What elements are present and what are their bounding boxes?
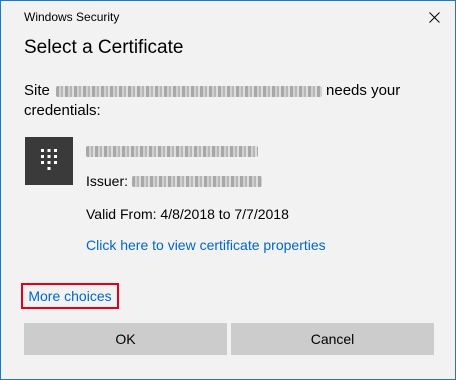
redacted-issuer-name (132, 175, 263, 187)
certificate-issuer: Issuer: (86, 173, 263, 189)
site-prefix: Site (24, 82, 50, 99)
site-credentials-message: Site needs your credentials: (24, 81, 444, 121)
dialog-heading: Select a Certificate (24, 37, 184, 58)
more-choices-link[interactable]: More choices (21, 283, 119, 309)
cancel-button[interactable]: Cancel (231, 323, 434, 355)
issuer-label: Issuer: (86, 173, 129, 189)
close-button[interactable] (421, 5, 447, 29)
view-certificate-properties-link[interactable]: Click here to view certificate propertie… (86, 237, 326, 253)
title-bar: Windows Security (1, 1, 455, 33)
certificate-account[interactable] (86, 141, 258, 161)
keypad-icon (41, 149, 57, 170)
certificate-keypad-icon[interactable] (25, 137, 73, 185)
ok-button[interactable]: OK (24, 323, 227, 355)
window-title: Windows Security (24, 10, 120, 24)
redacted-site-url (56, 85, 323, 97)
close-icon (428, 11, 440, 23)
redacted-account-name (86, 145, 258, 157)
windows-security-dialog: Windows Security Select a Certificate Si… (0, 0, 456, 380)
certificate-valid-dates: Valid From: 4/8/2018 to 7/7/2018 (86, 206, 289, 222)
